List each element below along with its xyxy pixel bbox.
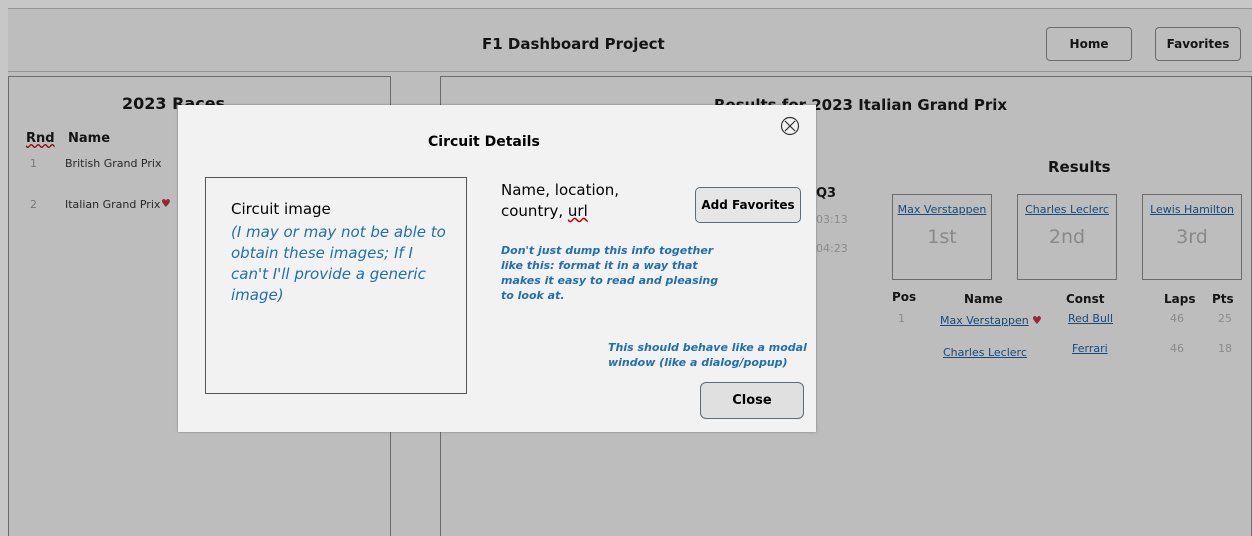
details-url: url (567, 202, 588, 220)
close-circle-icon[interactable] (780, 116, 800, 136)
circuit-details-modal: Circuit Details Circuit image (I may or … (178, 105, 816, 432)
close-button[interactable]: Close (700, 382, 804, 419)
modal-title: Circuit Details (428, 134, 540, 150)
details-line-2: country, (501, 202, 568, 220)
modal-annotation: This should behave like a modal window (… (608, 341, 807, 369)
circuit-image-note: (I may or may not be able to obtain thes… (231, 223, 446, 304)
circuit-image-placeholder: Circuit image (I may or may not be able … (205, 177, 467, 394)
add-favorites-button[interactable]: Add Favorites (695, 187, 801, 223)
format-annotation: Don't just dump this info together like … (501, 244, 719, 302)
circuit-image-label: Circuit image (231, 200, 331, 218)
circuit-details-text: Name, location, country, url (501, 180, 691, 222)
details-line-1: Name, location, (501, 181, 620, 199)
